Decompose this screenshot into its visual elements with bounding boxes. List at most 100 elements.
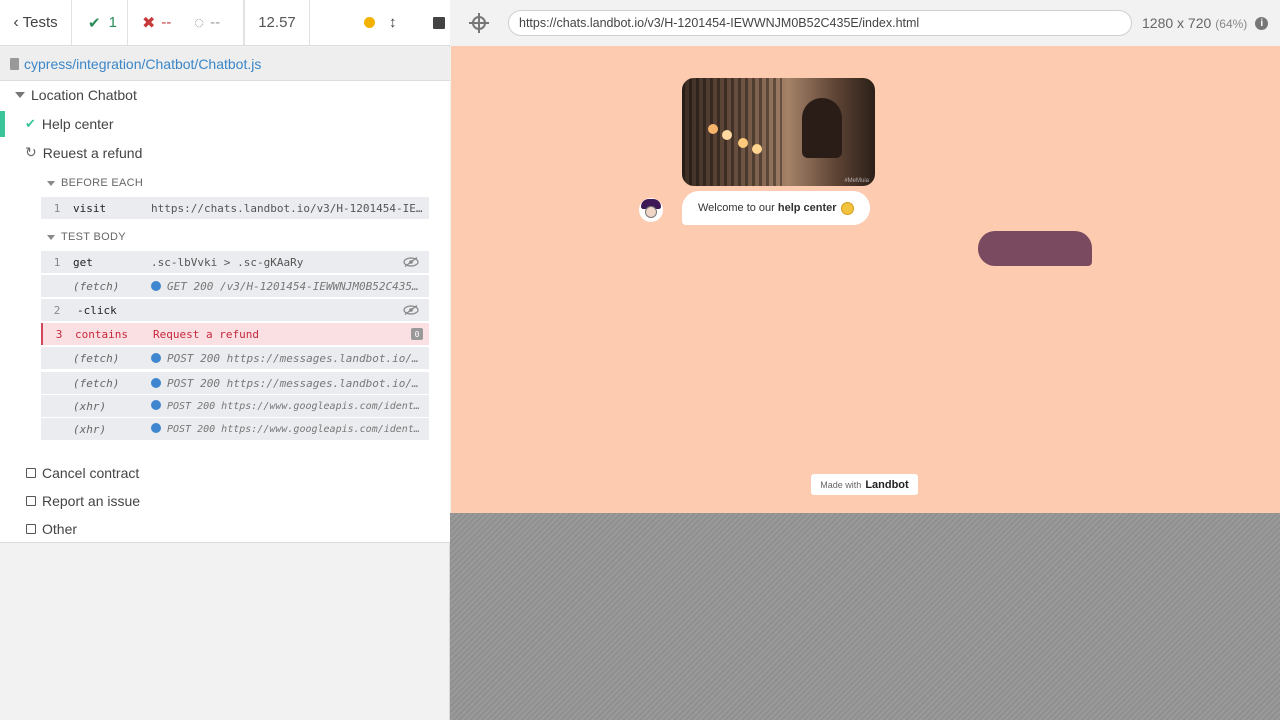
test-title: Help center (41, 116, 114, 132)
request-dot-icon (151, 377, 161, 388)
landbot-brand: Landbot (865, 478, 909, 491)
command-message: https://chats.landbot.io/v3/H-1201454-IE… (151, 201, 429, 215)
info-icon[interactable]: i (1255, 16, 1269, 30)
reporter-header: ‹ Tests ✔ 1 ✖ -- ◌ -- 12.57 ↕ (0, 0, 450, 46)
bot-avatar (639, 198, 663, 222)
hook-title: BEFORE EACH (61, 177, 144, 189)
suite-title: Location Chatbot (31, 87, 137, 103)
command-number: 3 (55, 327, 63, 341)
command-message: POST 200 https://www.googleapis.com/iden… (151, 423, 429, 435)
hugging-face-emoji-icon (840, 201, 854, 215)
command-row[interactable]: 1 get .sc-lbVvki > .sc-gKAaRy (41, 251, 429, 273)
command-name: get (73, 255, 93, 269)
spec-path-link[interactable]: cypress/integration/Chatbot/Chatbot.js (24, 56, 261, 72)
made-with-label: Made with (820, 479, 862, 490)
command-message-text: POST 200 https://messages.landbot.io/... (167, 351, 429, 365)
command-message: .sc-lbVvki > .sc-gKAaRy (151, 255, 304, 269)
reporter-panel: ‹ Tests ✔ 1 ✖ -- ◌ -- 12.57 ↕ cypress/in… (0, 0, 450, 720)
bot-message-bubble: Welcome to our help center (682, 191, 870, 225)
command-name: (xhr) (73, 399, 107, 413)
command-message: Request a refund (153, 327, 259, 341)
url-bar: https://chats.landbot.io/v3/H-1201454-IE… (450, 0, 1280, 46)
passed-count: 1 (108, 14, 117, 31)
caret-down-icon (15, 92, 25, 98)
spec-path-bar: cypress/integration/Chatbot/Chatbot.js (0, 47, 450, 81)
command-row[interactable]: (xhr) POST 200 https://www.googleapis.co… (41, 418, 429, 440)
refresh-icon: ↻ (25, 144, 37, 160)
url-field[interactable]: https://chats.landbot.io/v3/H-1201454-IE… (508, 10, 1132, 36)
pending-square-icon (26, 496, 36, 506)
file-icon (10, 57, 19, 70)
test-title: Report an issue (42, 493, 141, 509)
test-title: Reuest a refund (42, 144, 143, 161)
eye-slash-icon[interactable] (403, 305, 419, 315)
test-item[interactable]: ↻ Reuest a refund (25, 144, 142, 161)
test-item[interactable]: ✔ Help center (25, 116, 114, 132)
element-count-badge: 0 (411, 328, 423, 340)
chevron-left-icon: ‹ (13, 13, 19, 31)
pending-circle-icon: ◌ (194, 12, 205, 32)
test-item[interactable]: Cancel contract (26, 465, 139, 481)
user-message-bubble (978, 231, 1092, 266)
passed-indicator (0, 111, 5, 137)
chat-image: #MeMuia (682, 78, 875, 186)
image-caption: #MeMuia (844, 178, 869, 184)
pending-count: -- (210, 14, 221, 31)
command-row[interactable]: 2 -click (41, 299, 429, 321)
check-icon: ✔ (88, 14, 101, 32)
pending-stat: ◌ -- (180, 0, 244, 45)
running-indicator-icon (364, 17, 375, 28)
caret-down-icon (47, 180, 55, 186)
duration: 12.57 (244, 0, 310, 45)
command-message: POST 200 https://messages.landbot.io/... (151, 377, 429, 390)
suite-header[interactable]: Location Chatbot (15, 87, 137, 103)
command-name: -click (77, 303, 117, 317)
test-item[interactable]: Report an issue (26, 493, 140, 509)
command-message-text: POST 200 https://messages.landbot.io/... (167, 376, 429, 390)
test-title: Other (42, 521, 78, 537)
run-controls: ↕ (310, 0, 450, 45)
viewport-scale: (64%) (1215, 17, 1248, 31)
command-name: (xhr) (73, 422, 107, 436)
command-number: 2 (53, 303, 61, 317)
request-dot-icon (151, 352, 161, 363)
test-item[interactable]: Other (26, 521, 77, 537)
auto-scroll-icon[interactable]: ↕ (389, 14, 397, 31)
test-body-header[interactable]: TEST BODY (47, 231, 126, 243)
command-message: GET 200 /v3/H-1201454-IEWWNJM0B52C435E/i… (151, 280, 429, 293)
selector-playground-crosshair-icon[interactable] (469, 13, 489, 33)
command-message-text: GET 200 /v3/H-1201454-IEWWNJM0B52C435E/i… (167, 279, 429, 293)
command-row-failed[interactable]: 3 contains Request a refund 0 (41, 323, 429, 345)
command-number: 1 (53, 255, 61, 269)
request-dot-icon (151, 280, 161, 291)
command-row[interactable]: (fetch) POST 200 https://messages.landbo… (41, 372, 429, 394)
bot-message-text: Welcome to our (698, 202, 778, 214)
command-row[interactable]: (fetch) GET 200 /v3/H-1201454-IEWWNJM0B5… (41, 275, 429, 297)
command-message: POST 200 https://messages.landbot.io/... (151, 352, 429, 365)
passed-stat: ✔ 1 (72, 0, 128, 45)
caret-down-icon (47, 234, 55, 240)
x-icon: ✖ (142, 14, 156, 32)
hook-title: TEST BODY (61, 231, 126, 243)
back-to-tests-button[interactable]: ‹ Tests (0, 0, 72, 45)
check-icon: ✔ (25, 116, 36, 131)
command-row[interactable]: 1 visit https://chats.landbot.io/v3/H-12… (41, 197, 429, 219)
command-number: 1 (53, 201, 61, 215)
bot-message-bold: help center (777, 202, 837, 214)
pending-square-icon (26, 524, 36, 534)
eye-slash-icon[interactable] (403, 257, 419, 267)
failed-count: -- (161, 14, 172, 31)
command-message-text: POST 200 https://www.googleapis.com/iden… (167, 424, 429, 435)
before-each-header[interactable]: BEFORE EACH (47, 177, 143, 189)
command-row[interactable]: (fetch) POST 200 https://messages.landbo… (41, 347, 429, 369)
pending-square-icon (26, 468, 36, 478)
viewport-backdrop (450, 513, 1280, 720)
stop-icon[interactable] (432, 16, 445, 29)
command-name: contains (75, 327, 128, 341)
app-preview: #MeMuia Welcome to our help center Made … (451, 46, 1280, 513)
command-row[interactable]: (xhr) POST 200 https://www.googleapis.co… (41, 395, 429, 417)
back-label: Tests (22, 14, 58, 31)
test-title: Cancel contract (42, 465, 140, 481)
command-message: POST 200 https://www.googleapis.com/iden… (151, 400, 429, 412)
made-with-landbot-badge[interactable]: Made with Landbot (811, 474, 918, 495)
